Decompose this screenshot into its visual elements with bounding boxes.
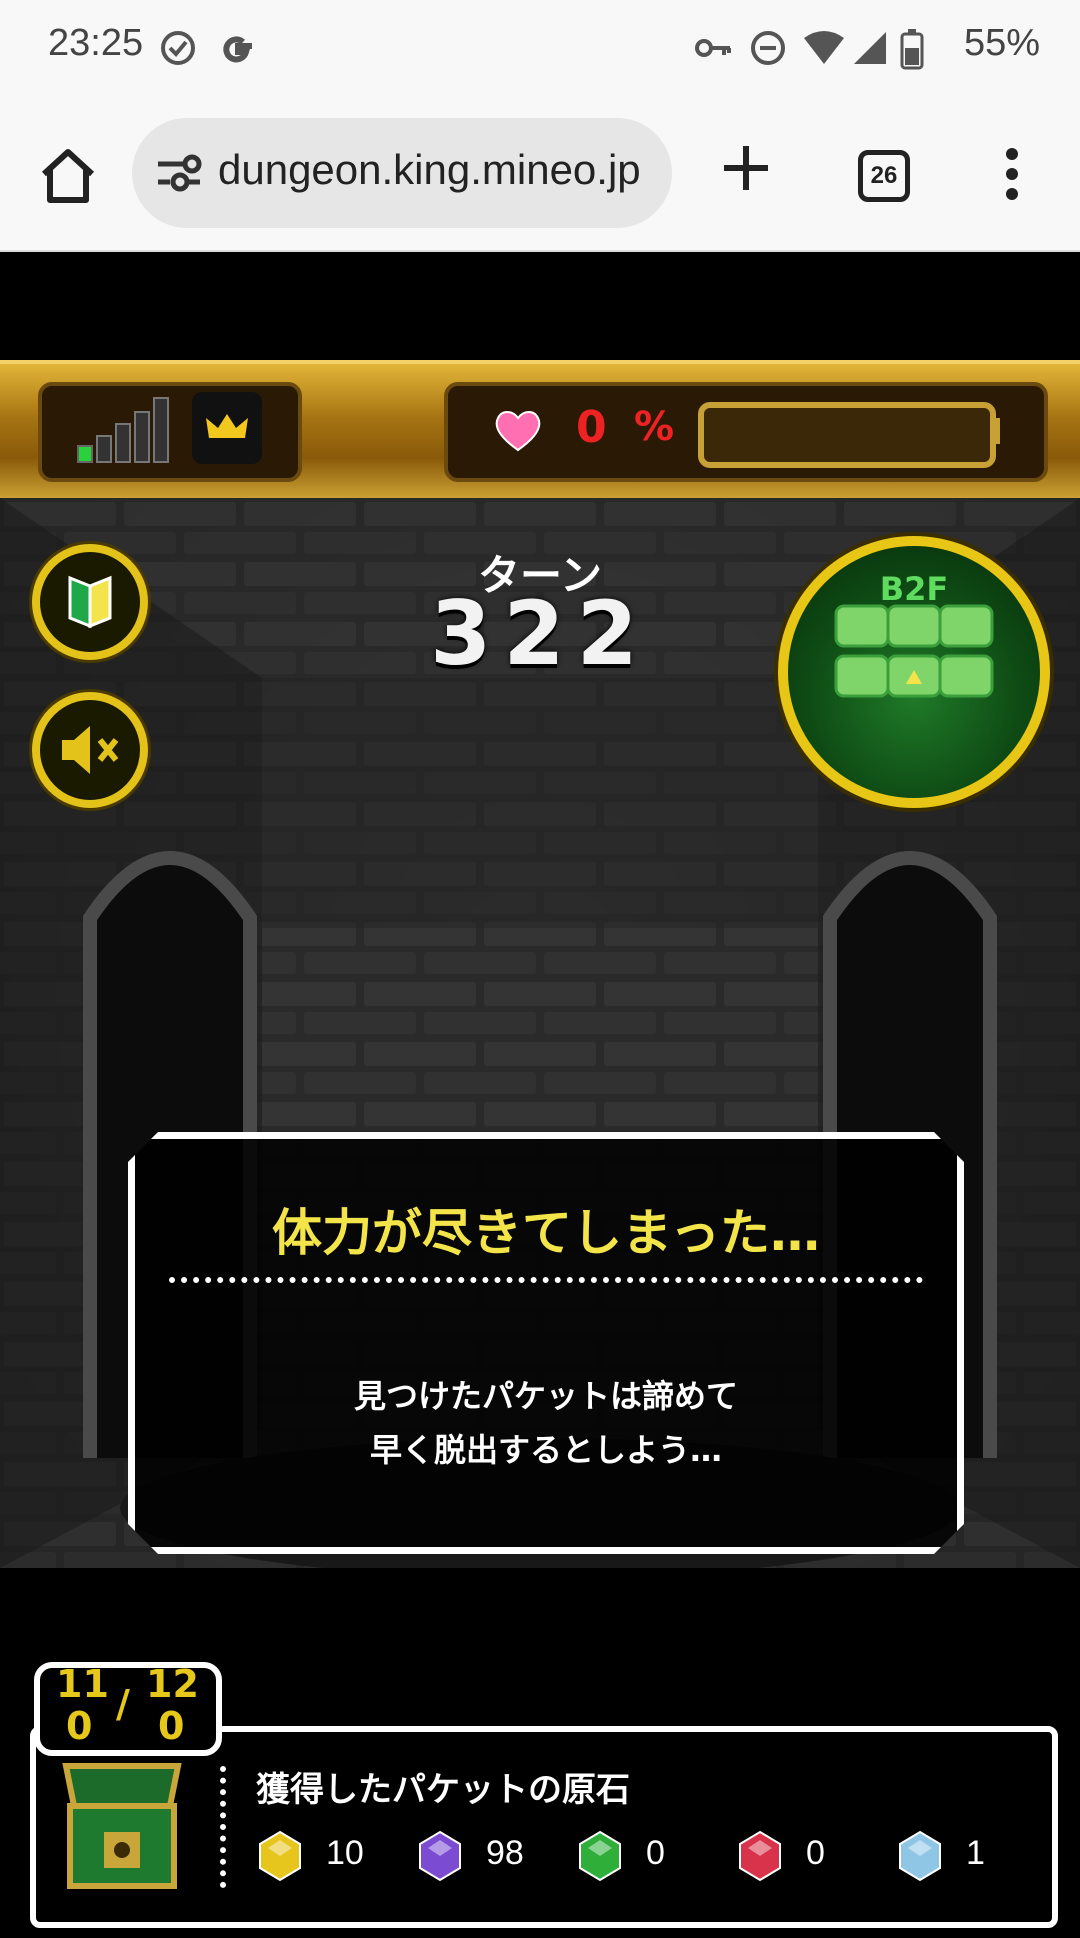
- guide-book-button[interactable]: [32, 544, 148, 660]
- crown-icon: [206, 414, 248, 438]
- counter-bottom-left: 0: [66, 1704, 93, 1748]
- health-bar: [698, 402, 996, 468]
- gem-count: 0: [806, 1834, 825, 1872]
- google-icon: [223, 36, 252, 63]
- message-title: 体力が尽きてしまった…: [272, 1204, 820, 1262]
- new-tab-icon[interactable]: [718, 140, 774, 196]
- signal-panel: [38, 382, 302, 482]
- yellow-gem-icon: [259, 1830, 301, 1882]
- health-percent-sign: %: [634, 404, 675, 450]
- message-dialog: 体力が尽きてしまった… 見つけたパケットは諦めて 早く脱出するとしよう…: [128, 1132, 964, 1554]
- home-icon[interactable]: [36, 144, 100, 208]
- signal-strength-icon: [77, 397, 169, 463]
- vpn-key-icon: [695, 39, 731, 57]
- do-not-disturb-icon: [751, 31, 785, 65]
- minimap-rooms: [834, 604, 994, 698]
- packet-separator: [220, 1766, 226, 1888]
- heart-icon: [495, 411, 541, 452]
- address-bar[interactable]: dungeon.king.mineo.jp: [132, 118, 672, 228]
- gem-count: 98: [486, 1834, 524, 1872]
- health-panel: 0 %: [444, 382, 1048, 482]
- status-time: 23:25: [48, 22, 144, 64]
- crown-badge: [192, 392, 262, 464]
- health-percent-value: 0: [576, 402, 607, 453]
- counter-top-right: 12: [146, 1662, 199, 1706]
- green-gem-icon: [579, 1830, 621, 1882]
- message-line-1: 見つけたパケットは諦めて: [353, 1377, 738, 1415]
- blue-gem-icon: [899, 1830, 941, 1882]
- health-bar-tip: [990, 418, 1000, 444]
- battery-percent: 55%: [963, 22, 1040, 64]
- sound-toggle-button[interactable]: [32, 692, 148, 808]
- counter-bottom-right: 0: [158, 1704, 185, 1748]
- gem-count: 10: [326, 1834, 364, 1872]
- status-bar: 23:25 55%: [0, 0, 1080, 100]
- counter-slash: /: [116, 1682, 130, 1726]
- gem-count: 1: [966, 1834, 985, 1872]
- browser-toolbar: dungeon.king.mineo.jp 26: [0, 100, 1080, 252]
- message-divider: [169, 1277, 923, 1283]
- check-circle-icon: [161, 31, 195, 65]
- purple-gem-icon: [419, 1830, 461, 1882]
- counter-top-left: 11: [56, 1662, 109, 1706]
- gem-count: 0: [646, 1834, 665, 1872]
- cell-signal-icon: [854, 32, 886, 64]
- site-settings-icon[interactable]: [154, 148, 204, 198]
- wifi-icon: [804, 31, 844, 64]
- minimap: B2F: [778, 536, 1050, 808]
- red-gem-icon: [739, 1830, 781, 1882]
- treasure-chest-icon: [62, 1763, 182, 1889]
- more-menu-icon[interactable]: [1004, 146, 1020, 202]
- packet-counter-bubble: 11 12 / 0 0: [34, 1662, 222, 1756]
- message-body: 見つけたパケットは諦めて 早く脱出するとしよう…: [135, 1369, 957, 1477]
- mute-icon: [62, 726, 119, 774]
- battery-icon: [900, 29, 924, 70]
- beginner-mark-icon: [68, 575, 112, 629]
- game-canvas: 0 % ターン 322 B2F 体力が尽きてしまった… 見つけたパケットは諦めて…: [0, 252, 1080, 1938]
- hud-bar: 0 %: [0, 360, 1080, 502]
- tab-switcher-button[interactable]: 26: [858, 150, 910, 202]
- message-line-2: 早く脱出するとしよう…: [369, 1431, 722, 1469]
- packet-title: 獲得したパケットの原石: [256, 1770, 630, 1810]
- url-text: dungeon.king.mineo.jp: [218, 146, 641, 193]
